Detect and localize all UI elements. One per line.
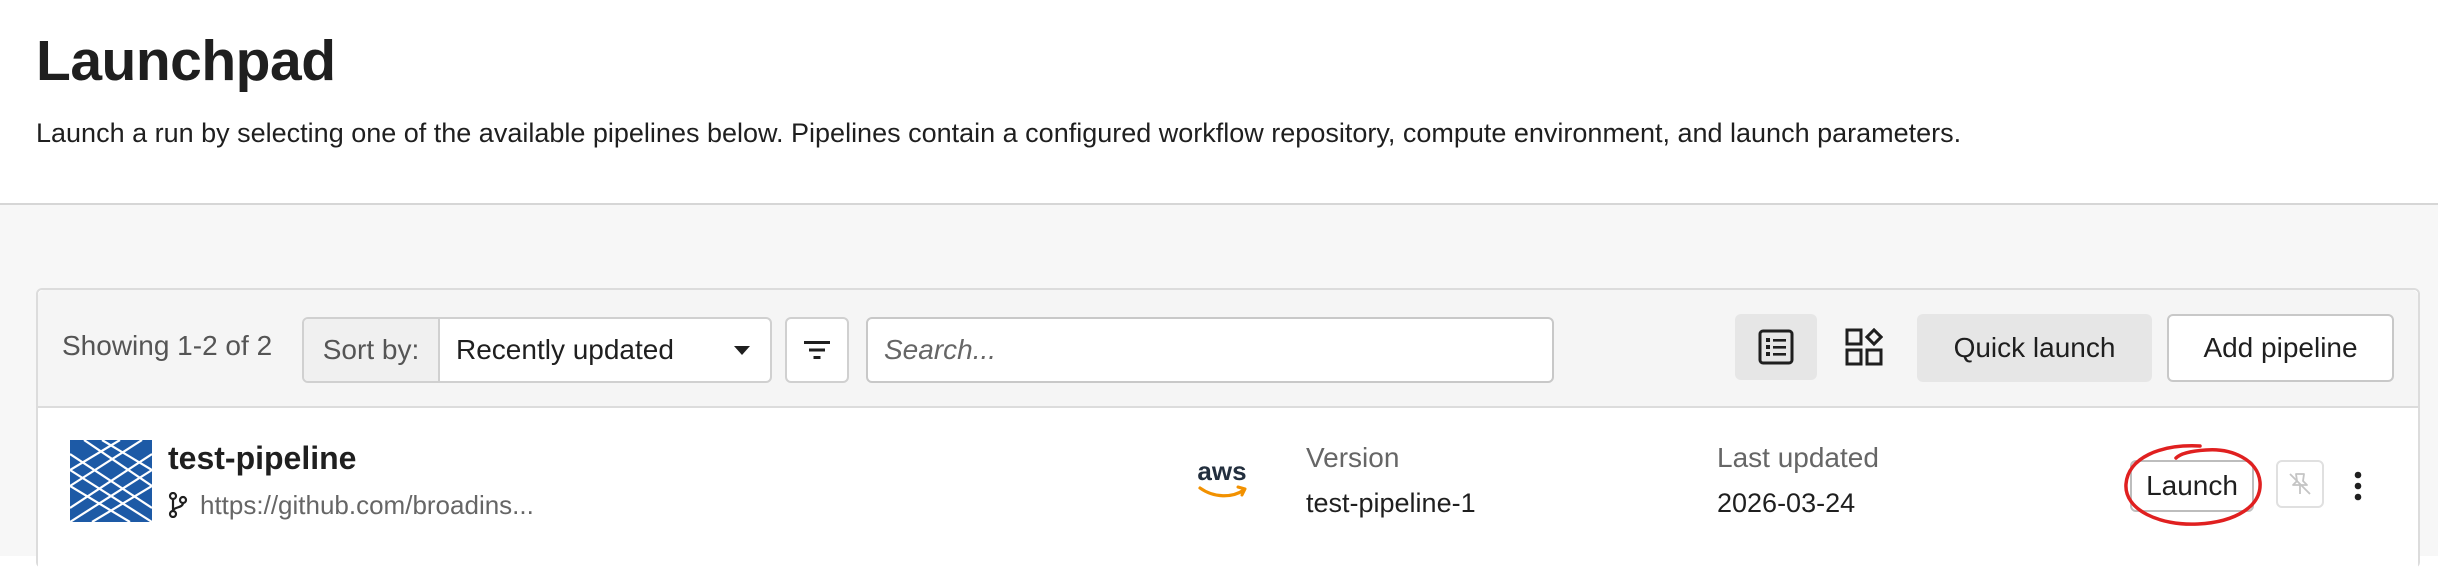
last-updated-value: 2026-03-24: [1717, 488, 1856, 518]
pipeline-repository: https://github.com/broadins...: [168, 488, 534, 522]
quick-launch-button[interactable]: Quick launch: [1917, 314, 2152, 382]
repository-url: https://github.com/broadins...: [200, 489, 534, 520]
aws-icon: aws: [1197, 456, 1247, 498]
main-content: Showing 1-2 of 2 Sort by: Recently updat…: [0, 205, 2438, 568]
search-box: [866, 317, 1554, 383]
filter-button[interactable]: [785, 317, 849, 383]
list-view-toggle[interactable]: [1735, 314, 1817, 380]
pin-button[interactable]: [2276, 460, 2324, 508]
list-view-icon: [1758, 329, 1794, 365]
more-options-button[interactable]: [2338, 460, 2378, 512]
results-count: Showing 1-2 of 2: [62, 330, 273, 361]
search-input[interactable]: [884, 334, 1552, 366]
pipeline-name[interactable]: test-pipeline: [168, 440, 356, 477]
version-value: test-pipeline-1: [1306, 488, 1476, 518]
more-vertical-icon: [2354, 471, 2362, 501]
pin-off-icon: [2289, 473, 2311, 495]
pipeline-logo: [70, 440, 152, 522]
filter-icon: [804, 341, 830, 359]
version-label: Version: [1306, 442, 1400, 473]
grid-view-toggle[interactable]: [1823, 314, 1905, 380]
sort-control: Sort by: Recently updated: [302, 317, 772, 383]
aws-logo-text: aws: [1197, 456, 1246, 486]
pipelines-panel: Showing 1-2 of 2 Sort by: Recently updat…: [36, 288, 2420, 568]
sort-value: Recently updated: [456, 334, 674, 365]
toolbar: Showing 1-2 of 2 Sort by: Recently updat…: [38, 290, 2418, 408]
page-header: Launchpad Launch a run by selecting one …: [0, 0, 2438, 205]
add-pipeline-button[interactable]: Add pipeline: [2167, 314, 2394, 382]
grid-view-icon: [1845, 328, 1883, 366]
page-description: Launch a run by selecting one of the ava…: [36, 118, 1962, 148]
sort-select[interactable]: Recently updated: [440, 319, 770, 381]
launch-button[interactable]: Launch: [2130, 460, 2254, 512]
page-title: Launchpad: [36, 29, 336, 93]
git-branch-icon: [168, 492, 188, 518]
sort-label: Sort by:: [304, 319, 440, 381]
chevron-down-icon: [734, 345, 750, 355]
pipeline-row[interactable]: test-pipeline https://github.com/broadin…: [38, 408, 2418, 568]
last-updated-label: Last updated: [1717, 442, 1879, 473]
